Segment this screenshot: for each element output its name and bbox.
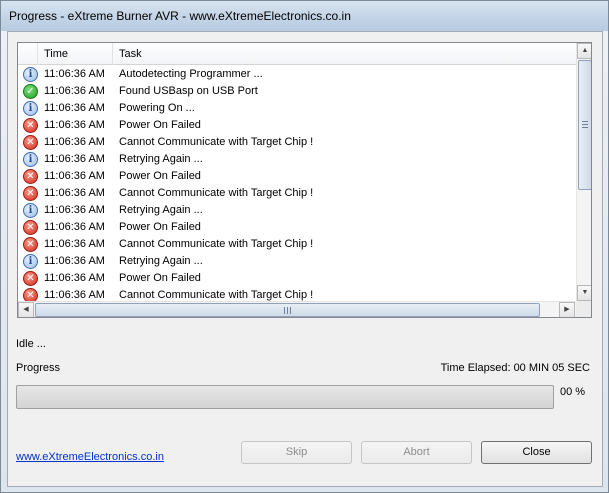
log-row[interactable]: ✕ 11:06:36 AM Cannot Communicate with Targ… bbox=[18, 134, 576, 151]
log-row[interactable]: i 11:06:36 AM Retrying Again ... bbox=[18, 202, 576, 219]
scroll-down-icon[interactable]: ▼ bbox=[577, 285, 591, 301]
error-icon: ✕ bbox=[23, 237, 38, 252]
grip-line bbox=[287, 307, 288, 314]
log-row[interactable]: ✕ 11:06:36 AM Power On Failed bbox=[18, 270, 576, 287]
horizontal-scrollbar[interactable]: ◀ ▶ bbox=[18, 301, 576, 317]
log-time: 11:06:36 AM bbox=[44, 170, 105, 182]
log-row[interactable]: i 11:06:36 AM Autodetecting Programmer ... bbox=[18, 66, 576, 83]
error-icon: ✕ bbox=[23, 135, 38, 150]
log-row[interactable]: i 11:06:36 AM Powering On ... bbox=[18, 100, 576, 117]
scroll-right-icon[interactable]: ▶ bbox=[559, 302, 575, 317]
grip-line bbox=[582, 124, 588, 125]
log-time: 11:06:36 AM bbox=[44, 187, 105, 199]
log-task: Retrying Again ... bbox=[119, 255, 203, 267]
log-time: 11:06:36 AM bbox=[44, 272, 105, 284]
skip-button[interactable]: Skip bbox=[241, 441, 352, 464]
website-link[interactable]: www.eXtremeElectronics.co.in bbox=[16, 451, 164, 463]
info-icon: i bbox=[23, 101, 38, 116]
log-task: Cannot Communicate with Target Chip ! bbox=[119, 187, 314, 199]
log-task: Power On Failed bbox=[119, 272, 201, 284]
dialog-body: Time Task i 11:06:36 AM Autodetecting Prog… bbox=[7, 31, 603, 487]
log-time: 11:06:36 AM bbox=[44, 221, 105, 233]
error-icon: ✕ bbox=[23, 169, 38, 184]
log-row[interactable]: ✕ 11:06:36 AM Power On Failed bbox=[18, 219, 576, 236]
log-time: 11:06:36 AM bbox=[44, 85, 105, 97]
log-row[interactable]: ✓ 11:06:36 AM Found USBasp on USB Port bbox=[18, 83, 576, 100]
error-icon: ✕ bbox=[23, 271, 38, 286]
log-task: Power On Failed bbox=[119, 170, 201, 182]
info-icon: i bbox=[23, 67, 38, 82]
column-header-time[interactable]: Time bbox=[38, 43, 113, 65]
log-rows: i 11:06:36 AM Autodetecting Programmer ...… bbox=[18, 66, 576, 304]
error-icon: ✕ bbox=[23, 220, 38, 235]
log-row[interactable]: i 11:06:36 AM Retrying Again ... bbox=[18, 253, 576, 270]
log-task: Powering On ... bbox=[119, 102, 195, 114]
error-icon: ✕ bbox=[23, 118, 38, 133]
abort-button[interactable]: Abort bbox=[361, 441, 472, 464]
status-text: Idle ... bbox=[16, 338, 46, 350]
log-task: Found USBasp on USB Port bbox=[119, 85, 258, 97]
grip-line bbox=[582, 121, 588, 122]
log-row[interactable]: ✕ 11:06:36 AM Cannot Communicate with Targ… bbox=[18, 185, 576, 202]
log-task: Retrying Again ... bbox=[119, 204, 203, 216]
log-row[interactable]: i 11:06:36 AM Retrying Again ... bbox=[18, 151, 576, 168]
log-time: 11:06:36 AM bbox=[44, 136, 105, 148]
progress-bar bbox=[16, 385, 554, 409]
vertical-scrollbar[interactable]: ▲ ▼ bbox=[576, 43, 591, 301]
log-row[interactable]: ✕ 11:06:36 AM Power On Failed bbox=[18, 168, 576, 185]
progress-label: Progress bbox=[16, 362, 61, 374]
column-header-task[interactable]: Task bbox=[113, 43, 576, 65]
log-task: Retrying Again ... bbox=[119, 153, 203, 165]
log-task: Cannot Communicate with Target Chip ! bbox=[119, 136, 314, 148]
close-button[interactable]: Close bbox=[481, 441, 592, 464]
info-icon: i bbox=[23, 203, 38, 218]
log-row[interactable]: ✕ 11:06:36 AM Power On Failed bbox=[18, 117, 576, 134]
column-header-icon[interactable] bbox=[18, 43, 38, 65]
log-time: 11:06:36 AM bbox=[44, 255, 105, 267]
log-time: 11:06:36 AM bbox=[44, 102, 105, 114]
log-time: 11:06:36 AM bbox=[44, 204, 105, 216]
log-list-header: Time Task bbox=[18, 43, 576, 65]
scroll-left-icon[interactable]: ◀ bbox=[18, 302, 34, 317]
scrollbar-corner bbox=[576, 301, 591, 317]
vertical-scroll-thumb[interactable] bbox=[578, 60, 591, 190]
log-list[interactable]: Time Task i 11:06:36 AM Autodetecting Prog… bbox=[17, 42, 592, 318]
grip-line bbox=[582, 127, 588, 128]
title-bar[interactable]: Progress - eXtreme Burner AVR - www.eXtr… bbox=[1, 1, 608, 31]
progress-window: Progress - eXtreme Burner AVR - www.eXtr… bbox=[0, 0, 609, 493]
log-row[interactable]: ✕ 11:06:36 AM Cannot Communicate with Targ… bbox=[18, 236, 576, 253]
info-icon: i bbox=[23, 152, 38, 167]
horizontal-scroll-thumb[interactable] bbox=[35, 303, 540, 317]
progress-percent: 00 % bbox=[560, 386, 586, 398]
info-icon: i bbox=[23, 254, 38, 269]
log-time: 11:06:36 AM bbox=[44, 119, 105, 131]
log-task: Autodetecting Programmer ... bbox=[119, 68, 263, 80]
log-time: 11:06:36 AM bbox=[44, 238, 105, 250]
error-icon: ✕ bbox=[23, 186, 38, 201]
log-time: 11:06:36 AM bbox=[44, 68, 105, 80]
scroll-up-icon[interactable]: ▲ bbox=[577, 43, 591, 59]
log-time: 11:06:36 AM bbox=[44, 153, 105, 165]
grip-line bbox=[290, 307, 291, 314]
time-elapsed: Time Elapsed: 00 MIN 05 SEC bbox=[440, 362, 590, 374]
log-task: Power On Failed bbox=[119, 221, 201, 233]
grip-line bbox=[284, 307, 285, 314]
log-task: Cannot Communicate with Target Chip ! bbox=[119, 238, 314, 250]
success-check-icon: ✓ bbox=[23, 84, 38, 99]
window-title: Progress - eXtreme Burner AVR - www.eXtr… bbox=[9, 9, 351, 23]
log-task: Power On Failed bbox=[119, 119, 201, 131]
